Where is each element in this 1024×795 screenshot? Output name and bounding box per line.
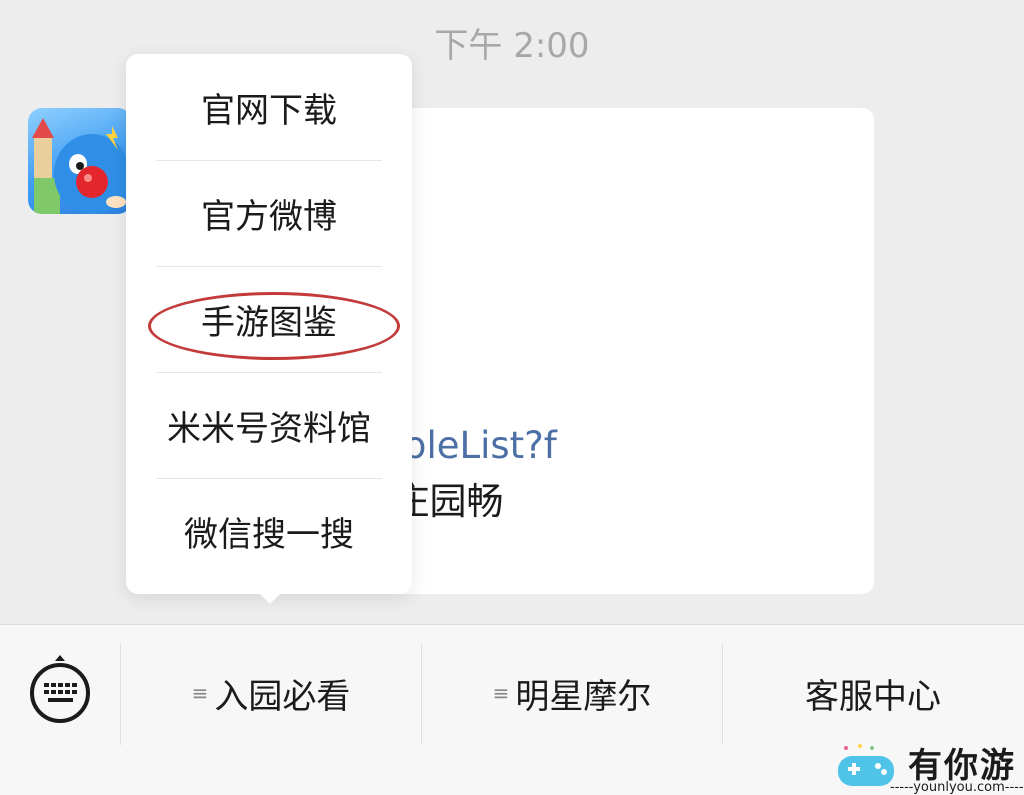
caret-up-icon — [55, 655, 65, 661]
menu-button-entry-guide[interactable]: ≡ 入园必看 — [121, 665, 421, 721]
menu-button-customer-service[interactable]: 客服中心 — [723, 665, 1023, 721]
popup-menu-item[interactable]: 官方微博 — [126, 160, 412, 266]
popup-menu-item[interactable]: 微信搜一搜 — [126, 478, 412, 584]
menu-button-label: 入园必看 — [214, 676, 351, 717]
mole-mascot-icon — [32, 118, 130, 214]
popup-menu-item[interactable]: 官网下载 — [126, 54, 412, 160]
chat-screen: 下午 2:00 摩尔~这是我们特地为的手游图鉴，大家如果庄园里食谱，植物，动和家… — [0, 0, 1024, 795]
site-watermark: 有你游 -----younlyou.com----- — [830, 738, 1024, 795]
menu-button-label: 客服中心 — [805, 676, 941, 717]
submenu-lines-icon: ≡ — [191, 681, 209, 705]
keyboard-toggle-button[interactable] — [30, 663, 90, 723]
popup-menu-item[interactable]: 米米号资料馆 — [126, 372, 412, 478]
menu-button-star-mole[interactable]: ≡ 明星摩尔 — [422, 665, 722, 721]
popup-pointer — [256, 590, 284, 604]
official-account-avatar[interactable] — [28, 108, 132, 214]
submenu-lines-icon: ≡ — [492, 681, 510, 705]
keyboard-icon — [44, 683, 77, 702]
watermark-url: -----younlyou.com----- — [890, 780, 1024, 795]
annotation-circle — [148, 292, 400, 360]
menu-button-label: 明星摩尔 — [515, 676, 652, 717]
